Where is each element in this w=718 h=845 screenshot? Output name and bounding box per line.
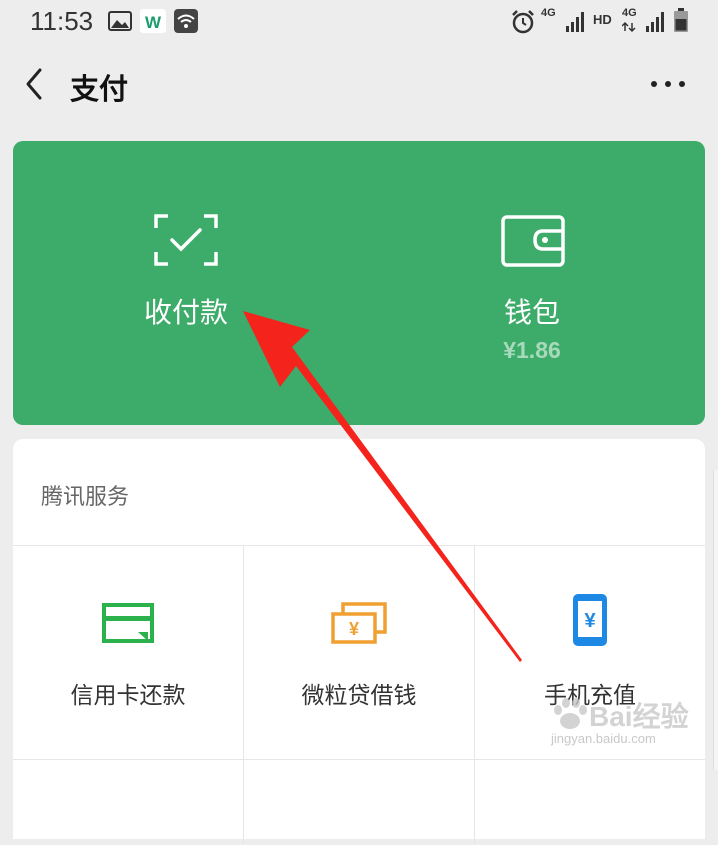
svg-text:W: W — [145, 13, 162, 32]
wallet-label: 钱包 — [503, 296, 560, 329]
collect-pay-button[interactable]: 收付款 — [13, 141, 359, 425]
scan-check-icon — [154, 214, 218, 266]
app-w-icon: W — [140, 9, 166, 33]
status-bar: 11:53 W 4G HD 4G — [0, 0, 718, 44]
tencent-services-panel: 腾讯服务 信用卡还款 ¥ 微粒贷借钱 ¥ 手机充值 — [13, 439, 705, 845]
credit-card-icon — [102, 603, 154, 643]
paw-logo-icon — [554, 698, 587, 729]
status-time: 11:53 — [30, 6, 94, 36]
wallet-icon — [501, 215, 565, 267]
service-credit-card-repay[interactable]: 信用卡还款 — [13, 546, 243, 761]
more-options-button[interactable] — [648, 72, 688, 96]
cash-stack-icon: ¥ — [331, 602, 387, 644]
svg-text:¥: ¥ — [584, 610, 596, 632]
svg-text:¥: ¥ — [349, 619, 359, 639]
wifi-icon — [174, 9, 198, 33]
wallet-balance: ¥1.86 — [503, 337, 561, 363]
page-title: 支付 — [70, 72, 129, 106]
network-4g-label-2: 4G — [622, 7, 637, 19]
signal-4g-2-icon — [646, 12, 664, 32]
service-weili-loan[interactable]: ¥ 微粒贷借钱 — [244, 546, 474, 761]
watermark-url: jingyan.baidu.com — [551, 731, 656, 746]
service-label: 信用卡还款 — [70, 683, 186, 709]
image-icon — [108, 11, 132, 31]
alarm-icon — [512, 10, 534, 34]
back-button[interactable] — [20, 64, 50, 104]
service-label: 微粒贷借钱 — [301, 683, 417, 709]
battery-icon — [674, 8, 688, 32]
signal-4g-icon — [566, 12, 584, 32]
pay-card: 收付款 钱包 ¥1.86 — [13, 141, 705, 425]
hd-icon: HD — [593, 12, 612, 27]
collect-pay-label: 收付款 — [143, 296, 228, 329]
watermark-brand: Bai经验 — [589, 701, 689, 732]
network-4g-label: 4G — [541, 7, 556, 19]
data-arrows-icon — [622, 21, 636, 33]
wallet-button[interactable]: 钱包 ¥1.86 — [359, 141, 705, 425]
phone-yuan-icon: ¥ — [573, 594, 607, 646]
baidu-jingyan-watermark: Bai经验 jingyan.baidu.com — [545, 693, 715, 753]
services-title: 腾讯服务 — [41, 485, 130, 510]
nav-bar: 支付 — [0, 50, 718, 120]
